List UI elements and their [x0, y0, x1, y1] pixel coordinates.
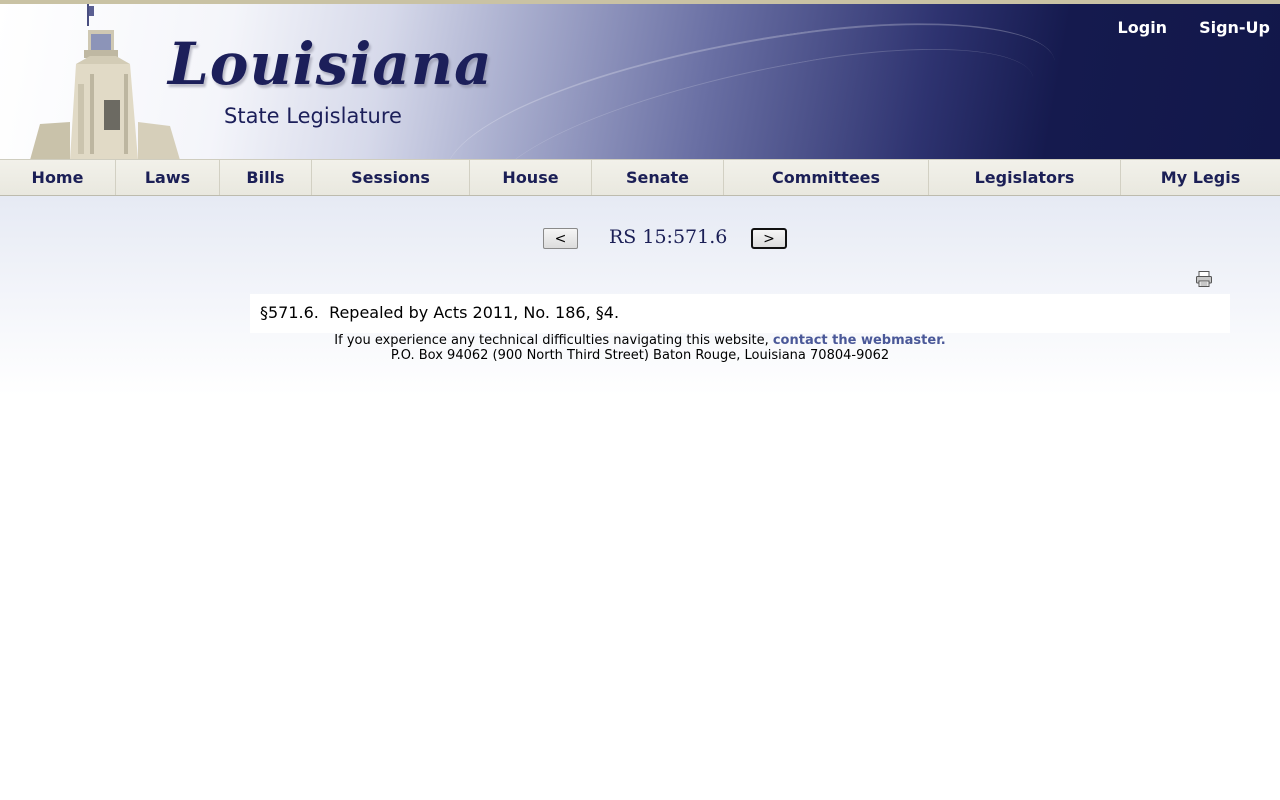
footer-support-text: If you experience any technical difficul… [334, 333, 773, 348]
nav-item-house[interactable]: House [470, 160, 592, 195]
nav-item-my-legis[interactable]: My Legis [1121, 160, 1280, 195]
logo-title: Louisiana [168, 30, 493, 98]
nav-item-laws[interactable]: Laws [116, 160, 220, 195]
logo-subtitle: State Legislature [224, 104, 402, 128]
main-nav: Home Laws Bills Sessions House Senate Co… [0, 159, 1280, 196]
login-link[interactable]: Login [1118, 18, 1168, 37]
account-links: Login Sign-Up [1118, 18, 1270, 37]
section-title: RS 15:571.6 [609, 226, 728, 248]
footer-address: P.O. Box 94062 (900 North Third Street) … [390, 348, 890, 363]
contact-webmaster-link[interactable]: contact the webmaster. [773, 333, 946, 348]
next-section-button[interactable]: > [751, 228, 787, 249]
nav-item-senate[interactable]: Senate [592, 160, 724, 195]
previous-section-button[interactable]: < [543, 228, 578, 249]
law-content-box: §571.6. Repealed by Acts 2011, No. 186, … [250, 294, 1230, 333]
nav-item-bills[interactable]: Bills [220, 160, 312, 195]
nav-item-legislators[interactable]: Legislators [929, 160, 1121, 195]
header-top-line [0, 0, 1280, 4]
nav-item-home[interactable]: Home [0, 160, 116, 195]
nav-item-committees[interactable]: Committees [724, 160, 929, 195]
site-header: Louisiana State Legislature Login Sign-U… [0, 0, 1280, 160]
nav-item-sessions[interactable]: Sessions [312, 160, 470, 195]
law-text: §571.6. Repealed by Acts 2011, No. 186, … [260, 303, 620, 322]
capitol-building-image [30, 4, 180, 160]
footer-support-line: If you experience any technical difficul… [0, 333, 1280, 348]
print-icon[interactable] [1195, 270, 1213, 288]
signup-link[interactable]: Sign-Up [1199, 18, 1270, 37]
